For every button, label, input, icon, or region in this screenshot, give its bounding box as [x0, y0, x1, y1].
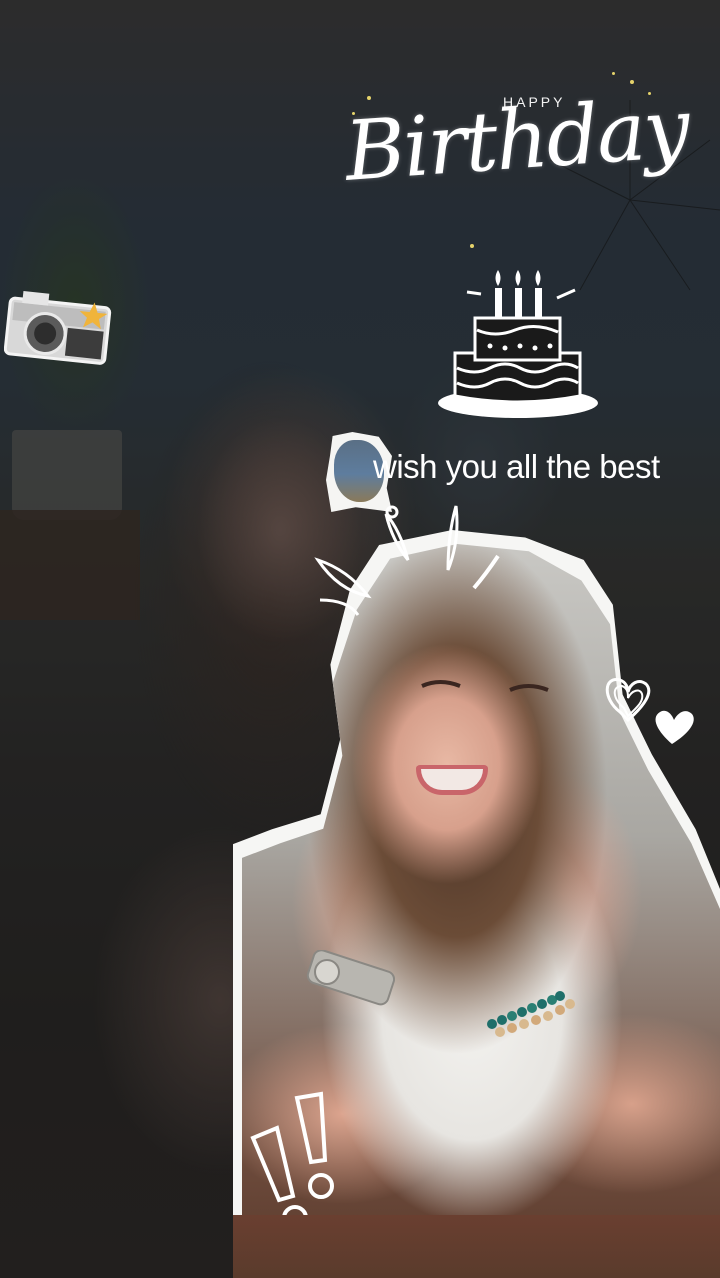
sparkle-dot — [470, 244, 474, 248]
eyes-detail — [421, 680, 549, 692]
wish-message: wish you all the best — [373, 448, 660, 485]
sparkle-dot — [630, 80, 634, 84]
doodle-dashes-icon — [314, 505, 500, 616]
hearts-icon — [605, 678, 694, 744]
sparkle-dot — [612, 72, 615, 75]
camera-icon — [4, 290, 112, 365]
birthday-headline: Birthday — [342, 81, 692, 200]
sparkle-dot — [367, 96, 371, 100]
birthday-cake-icon — [438, 270, 598, 418]
bracelet-detail — [487, 991, 575, 1037]
wristwatch-detail — [306, 950, 395, 1006]
table-surface — [233, 1188, 720, 1278]
